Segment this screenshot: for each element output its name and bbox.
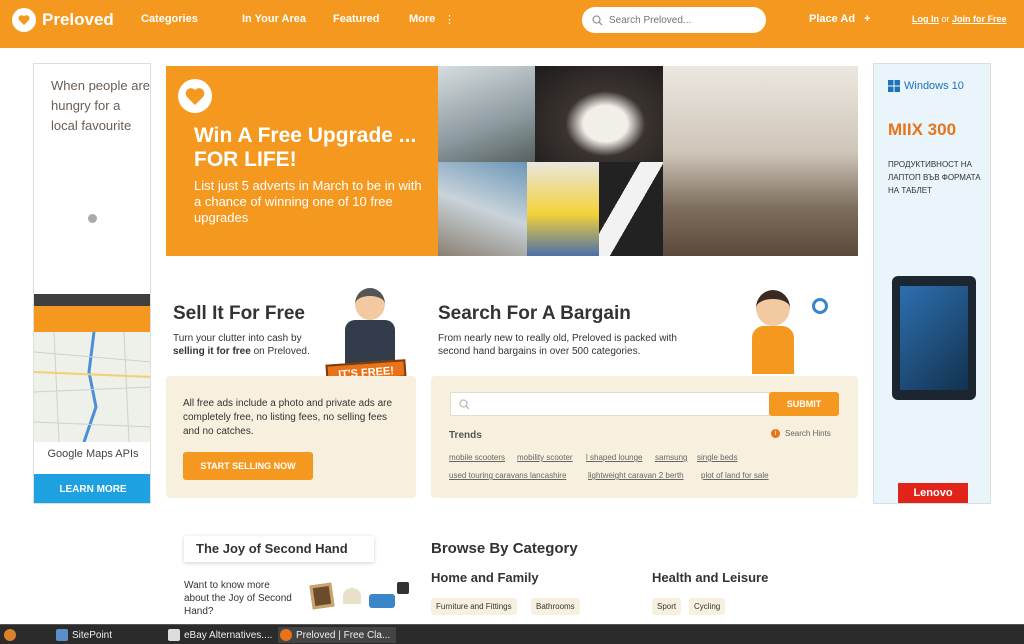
join-link[interactable]: Join for Free — [952, 14, 1007, 24]
phone-status-bar — [34, 294, 150, 306]
hero-banner[interactable]: Win A Free Upgrade ... FOR LIFE! List ju… — [166, 66, 858, 256]
category-home-family[interactable]: Home and Family — [431, 570, 539, 585]
taskbar-item-preloved[interactable]: Preloved | Free Cla... — [278, 627, 397, 643]
lenovo-logo: Lenovo — [898, 483, 968, 503]
sell-title: Sell It For Free — [173, 303, 305, 324]
windows-label: Windows 10 — [904, 80, 964, 92]
second-hand-items-illustration — [305, 578, 415, 622]
top-navigation-bar: Preloved Categories In Your Area Feature… — [0, 0, 1024, 48]
map-image — [34, 331, 150, 443]
trend-link[interactable]: lightweight caravan 2 berth — [588, 471, 684, 480]
subcategory-chip[interactable]: Cycling — [689, 598, 726, 615]
more-dots-icon[interactable]: ⋮ — [444, 13, 455, 26]
sell-info-box: All free ads include a photo and private… — [166, 376, 416, 498]
phone-app-bar — [34, 306, 150, 332]
learn-more-button[interactable]: LEARN MORE — [34, 474, 150, 503]
search-hints[interactable]: i Search Hints — [771, 429, 831, 438]
taskbar-item-sitepoint[interactable]: SitePoint — [56, 627, 112, 643]
search-icon — [592, 14, 603, 25]
product-description: ПРОДУКТИВНОСТ НА ЛАПТОП ВЪВ ФОРМАТА НА Т… — [888, 160, 981, 195]
bicycle-photo — [438, 162, 527, 256]
header-search-input[interactable] — [609, 14, 749, 26]
trend-link[interactable]: samsung — [655, 453, 687, 462]
search-icon — [459, 399, 470, 410]
tablet-image — [892, 276, 976, 400]
product-model: MIIX 300 — [888, 120, 957, 139]
logo-text: Preloved — [42, 10, 114, 29]
login-link[interactable]: Log In — [912, 14, 939, 24]
trends-label: Trends — [449, 430, 482, 441]
trend-link[interactable]: l shaped lounge — [586, 453, 643, 462]
taskbar-label: SitePoint — [72, 629, 113, 641]
magnifier-icon — [812, 298, 828, 314]
sell-body: All free ads include a photo and private… — [183, 398, 393, 437]
nav-more[interactable]: More — [409, 13, 435, 25]
nav-in-your-area[interactable]: In Your Area — [242, 13, 306, 25]
windows-logo-icon — [888, 80, 900, 92]
right-advertisement[interactable]: Windows 10 MIIX 300 ПРОДУКТИВНОСТ НА ЛАП… — [873, 63, 991, 504]
search-title: Search For A Bargain — [438, 303, 631, 324]
garden-chair-photo — [438, 66, 535, 162]
plus-icon: + — [864, 13, 871, 25]
windows-brand: Windows 10 — [888, 80, 964, 92]
category-health-leisure[interactable]: Health and Leisure — [652, 570, 768, 585]
nav-featured[interactable]: Featured — [333, 13, 379, 25]
taskbar-label: Preloved | Free Cla... — [296, 629, 391, 641]
firefox-icon — [280, 629, 292, 641]
piano-photo — [599, 162, 663, 256]
preloved-logo[interactable]: Preloved — [12, 8, 114, 32]
left-advertisement[interactable]: When people are hungry for a local favou… — [33, 63, 151, 504]
header-search[interactable] — [582, 7, 766, 33]
search-box-panel: SUBMIT Trends i Search Hints mobile scoo… — [431, 376, 858, 498]
trend-link[interactable]: plot of land for sale — [701, 471, 769, 480]
google-maps-apis-label: Google Maps APIs — [47, 448, 139, 460]
search-subtitle: From nearly new to really old, Preloved … — [438, 333, 677, 357]
joy-title: The Joy of Second Hand — [184, 536, 374, 562]
heart-badge-icon — [178, 79, 212, 113]
account-links: Log In or Join for Free — [912, 14, 1007, 24]
nav-categories[interactable]: Categories — [141, 13, 198, 25]
place-ad-button[interactable]: Place Ad + — [809, 13, 871, 25]
dining-room-photo — [663, 66, 858, 256]
search-hints-label: Search Hints — [785, 429, 831, 438]
trend-link[interactable]: used touring caravans lancashire — [449, 471, 566, 480]
phone-camera-dot — [88, 214, 97, 223]
trend-link[interactable]: single beds — [697, 453, 737, 462]
subcategory-chip[interactable]: Sport — [652, 598, 682, 615]
hero-text: List just 5 adverts in March to be in wi… — [194, 178, 422, 225]
os-taskbar: SitePoint eBay Alternatives.... Preloved… — [0, 624, 1024, 644]
submit-button[interactable]: SUBMIT — [769, 392, 839, 416]
sell-subtitle-end: on Preloved. — [253, 346, 310, 357]
bargain-search-field[interactable] — [450, 392, 770, 416]
trend-link[interactable]: mobile scooters — [449, 453, 505, 462]
joy-text: Want to know more about the Joy of Secon… — [184, 580, 292, 617]
taskbar-label: eBay Alternatives.... — [184, 629, 273, 641]
place-ad-label: Place Ad — [809, 13, 856, 25]
subcategory-chip[interactable]: Bathrooms — [531, 598, 580, 615]
heart-logo-icon — [12, 8, 36, 32]
subcategory-chip[interactable]: Furniture and Fittings — [431, 598, 517, 615]
salesman-illustration — [341, 286, 401, 366]
sell-subtitle: Turn your clutter into cash by selling i… — [173, 332, 333, 358]
minions-photo — [527, 162, 599, 256]
document-icon — [168, 629, 180, 641]
sell-subtitle-bold: selling it for free — [173, 346, 251, 357]
start-menu-icon[interactable] — [4, 627, 20, 643]
folder-icon — [56, 629, 68, 641]
taskbar-item-ebay[interactable]: eBay Alternatives.... — [168, 627, 272, 643]
bargain-girl-illustration — [730, 286, 840, 376]
browse-title: Browse By Category — [431, 540, 578, 557]
info-icon: i — [771, 429, 780, 438]
horse-photo — [535, 66, 663, 162]
hero-heading: Win A Free Upgrade ... FOR LIFE! — [194, 124, 417, 171]
sell-subtitle-start: Turn your clutter into cash by — [173, 333, 302, 344]
start-selling-button[interactable]: START SELLING NOW — [183, 452, 313, 480]
trend-link[interactable]: mobility scooter — [517, 453, 573, 462]
or-text: or — [941, 14, 950, 24]
ad-tagline: When people are hungry for a local favou… — [51, 78, 151, 133]
